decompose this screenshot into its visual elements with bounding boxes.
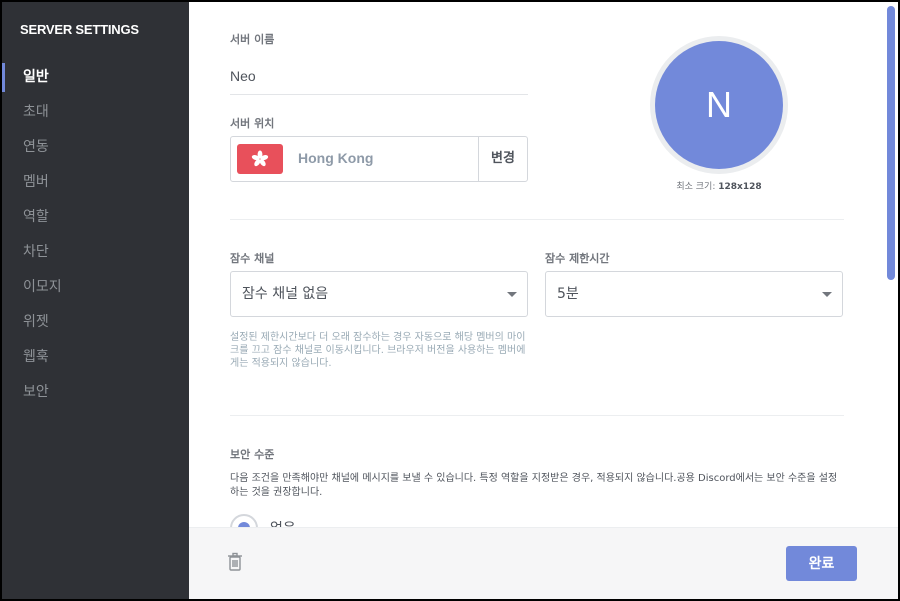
server-name-label: 서버 이름	[230, 33, 275, 46]
sidebar-item-widget[interactable]: 위젯	[2, 305, 189, 340]
server-icon-upload[interactable]: N	[650, 36, 788, 174]
server-avatar: N	[655, 41, 783, 169]
avatar-hint-size: 128x128	[718, 182, 762, 192]
server-region-box: Hong Kong 변경	[230, 136, 528, 182]
afk-timeout-label: 잠수 제한시간	[545, 252, 610, 265]
afk-timeout-select[interactable]: 5분	[545, 271, 843, 317]
sidebar: SERVER SETTINGS 일반 초대 연동 멤버 역할 차단 이모지 위젯…	[2, 2, 189, 599]
server-region-value: Hong Kong	[298, 150, 374, 166]
done-button[interactable]: 완료	[786, 546, 857, 581]
chevron-down-icon	[507, 292, 517, 297]
sidebar-item-general[interactable]: 일반	[2, 60, 189, 95]
afk-channel-select[interactable]: 잠수 채널 없음	[230, 271, 528, 317]
sidebar-item-invites[interactable]: 초대	[2, 95, 189, 130]
settings-window: SERVER SETTINGS 일반 초대 연동 멤버 역할 차단 이모지 위젯…	[2, 2, 898, 599]
sidebar-title: SERVER SETTINGS	[20, 22, 139, 37]
server-name-underline	[230, 94, 528, 95]
sidebar-item-security[interactable]: 보안	[2, 375, 189, 410]
afk-timeout-value: 5분	[557, 286, 579, 302]
section-divider	[230, 415, 844, 416]
server-name-input[interactable]: Neo	[230, 68, 256, 84]
afk-channel-value: 잠수 채널 없음	[242, 286, 329, 302]
trash-icon[interactable]	[227, 552, 243, 572]
settings-main: 서버 이름 Neo 서버 위치 Hong Kong 변경 N 최소 크기: 12…	[189, 2, 898, 599]
chevron-down-icon	[822, 292, 832, 297]
sidebar-item-members[interactable]: 멤버	[2, 165, 189, 200]
region-change-button[interactable]: 변경	[478, 137, 527, 181]
sidebar-item-webhooks[interactable]: 웹훅	[2, 340, 189, 375]
sidebar-item-bans[interactable]: 차단	[2, 235, 189, 270]
sidebar-item-emoji[interactable]: 이모지	[2, 270, 189, 305]
avatar-hint-prefix: 최소 크기:	[676, 182, 719, 192]
scrollbar-thumb[interactable]	[887, 6, 895, 280]
content-scrollbar[interactable]	[884, 2, 898, 527]
section-divider	[230, 219, 844, 220]
settings-footer: 완료	[189, 527, 898, 599]
avatar-size-hint: 최소 크기: 128x128	[650, 179, 788, 192]
afk-help-text: 설정된 제한시간보다 더 오래 잠수하는 경우 자동으로 해당 멤버의 마이크를…	[230, 332, 526, 369]
hong-kong-flag-icon	[237, 144, 283, 174]
afk-channel-label: 잠수 채널	[230, 252, 275, 265]
sidebar-item-roles[interactable]: 역할	[2, 200, 189, 235]
server-region-label: 서버 위치	[230, 117, 275, 130]
security-level-description: 다음 조건을 만족해야만 채널에 메시지를 보낼 수 있습니다. 특정 역할을 …	[230, 473, 838, 498]
sidebar-list: 일반 초대 연동 멤버 역할 차단 이모지 위젯 웹훅 보안	[2, 60, 189, 410]
sidebar-item-integrations[interactable]: 연동	[2, 130, 189, 165]
security-level-label: 보안 수준	[230, 448, 275, 461]
